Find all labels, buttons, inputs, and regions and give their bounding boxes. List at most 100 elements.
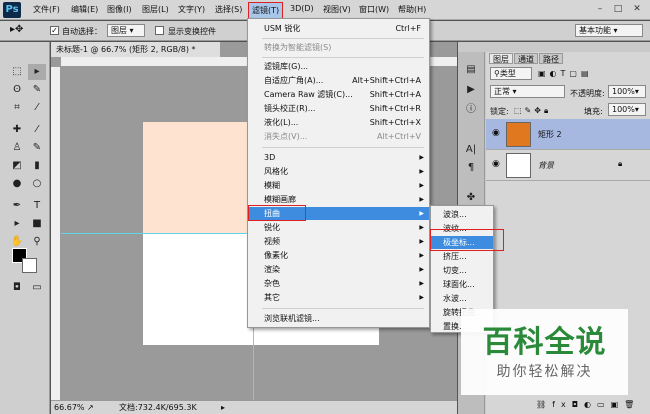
menu-select[interactable]: 选择(S) <box>215 4 242 15</box>
workspace-dropdown[interactable]: 基本功能 ▾ <box>575 24 643 37</box>
layer-row[interactable]: ◉ 矩形 2 <box>486 119 650 150</box>
submenu-item-wave[interactable]: 波浪... <box>431 208 493 221</box>
blend-mode-dropdown[interactable]: 正常 ▾ <box>490 85 565 98</box>
move-tool-icon[interactable]: ▸ <box>28 64 46 80</box>
menu-edit[interactable]: 编辑(E) <box>71 4 98 15</box>
visibility-eye-icon[interactable]: ◉ <box>492 128 500 138</box>
status-arrow-icon[interactable]: ▸ <box>221 401 225 414</box>
menu-type[interactable]: 文字(Y) <box>178 4 205 15</box>
menu-item-label: 镜头校正(R)... <box>264 104 316 113</box>
menu-item-blur[interactable]: 模糊 ▶ <box>248 179 429 192</box>
lasso-tool-icon[interactable]: ʘ <box>8 82 26 98</box>
watermark-title: 百科全说 <box>482 325 607 360</box>
layer-footer-icons[interactable]: ⛓fx◘◐▭▣🗑︎ <box>536 400 640 409</box>
rectangle-tool-icon[interactable]: ■ <box>28 216 46 232</box>
kind-filter-dropdown[interactable]: ⚲类型 <box>490 67 532 80</box>
layer-name[interactable]: 背景 <box>538 160 554 171</box>
zoom-level[interactable]: 66.67% <box>54 401 85 414</box>
lock-label: 锁定: <box>490 107 509 116</box>
blur-tool-icon[interactable]: ● <box>8 176 26 192</box>
layer-filter-icons[interactable]: ▣◐T▢▤ <box>538 69 593 78</box>
menu-item-label: USM 锐化 <box>264 24 301 33</box>
layer-thumbnail <box>506 153 531 178</box>
healing-brush-icon[interactable]: ✚ <box>8 122 26 138</box>
menu-item-browse-online[interactable]: 浏览联机滤镜... <box>248 312 429 325</box>
layer-row[interactable]: ◉ 背景 🔒︎ <box>486 150 650 181</box>
brush-tool-icon[interactable]: ⁄ <box>28 122 46 138</box>
menu-item-pixelate[interactable]: 像素化 ▶ <box>248 249 429 262</box>
menu-item-video[interactable]: 视频 ▶ <box>248 235 429 248</box>
path-select-icon[interactable]: ▸ <box>8 216 26 232</box>
menu-item-usm[interactable]: USM 锐化 Ctrl+F <box>248 22 429 35</box>
type-tool-icon[interactable]: T <box>28 198 46 214</box>
opacity-field[interactable]: 100%▾ <box>608 85 646 98</box>
info-panel-icon[interactable]: ⓘ <box>462 102 480 118</box>
marquee-tool-icon[interactable]: ⬚ <box>8 64 26 80</box>
status-export-icon[interactable]: ↗ <box>87 401 94 414</box>
layer-thumbnail <box>506 122 531 147</box>
minimize-icon[interactable]: – <box>593 3 607 16</box>
menu-view[interactable]: 视图(V) <box>323 4 351 15</box>
menu-layer[interactable]: 图层(L) <box>142 4 169 15</box>
gradient-tool-icon[interactable]: ▮ <box>28 158 46 174</box>
menu-item-liquify[interactable]: 液化(L)... Shift+Ctrl+X <box>248 116 429 129</box>
dodge-tool-icon[interactable]: ○ <box>28 176 46 192</box>
fill-field[interactable]: 100%▾ <box>608 103 646 116</box>
submenu-item-zigzag[interactable]: 水波... <box>431 292 493 305</box>
menu-filter[interactable]: 滤镜(T) <box>248 2 284 19</box>
styles-panel-icon[interactable]: ✤ <box>462 190 480 206</box>
filter-menu: USM 锐化 Ctrl+F 转换为智能滤镜(S) 滤镜库(G)... 自适应广角(… <box>247 18 430 328</box>
menu-window[interactable]: 窗口(W) <box>359 4 389 15</box>
actions-panel-icon[interactable]: ▶ <box>462 82 480 98</box>
menu-item-smart-filter[interactable]: 转换为智能滤镜(S) <box>248 41 429 54</box>
menu-item-stylize[interactable]: 风格化 ▶ <box>248 165 429 178</box>
pen-tool-icon[interactable]: ✒ <box>8 198 26 214</box>
status-bar: 66.67% ↗ 文档:732.4K/695.3K ▸ <box>51 400 457 414</box>
show-transform-checkbox[interactable] <box>155 26 164 35</box>
menu-image[interactable]: 图像(I) <box>107 4 132 15</box>
character-panel-icon[interactable]: A| <box>462 142 480 158</box>
menu-3d[interactable]: 3D(D) <box>290 4 314 13</box>
eraser-tool-icon[interactable]: ◩ <box>8 158 26 174</box>
background-color-swatch[interactable] <box>22 258 37 273</box>
tab-layers[interactable]: 图层 <box>489 53 513 64</box>
paragraph-panel-icon[interactable]: ¶ <box>462 160 480 176</box>
move-tool-icon[interactable]: ▸✥ <box>10 24 23 35</box>
document-tab[interactable]: 未标题-1 @ 66.7% (矩形 2, RGB/8) * <box>51 42 221 57</box>
quick-mask-icon[interactable]: ◘ <box>8 280 26 296</box>
layer-name[interactable]: 矩形 2 <box>538 129 562 140</box>
auto-select-label: 自动选择： <box>62 27 102 36</box>
menu-item-noise[interactable]: 杂色 ▶ <box>248 277 429 290</box>
tab-channels[interactable]: 通道 <box>514 53 538 64</box>
menu-item-other[interactable]: 其它 ▶ <box>248 291 429 304</box>
lock-icons[interactable]: ⬚✎✥🔒︎ <box>514 106 551 116</box>
history-panel-icon[interactable]: ▤ <box>462 62 480 78</box>
menu-item-3d[interactable]: 3D ▶ <box>248 151 429 164</box>
maximize-icon[interactable]: □ <box>611 3 625 16</box>
zoom-tool-icon[interactable]: ⚲ <box>28 234 46 250</box>
visibility-eye-icon[interactable]: ◉ <box>492 159 500 169</box>
tab-paths[interactable]: 路径 <box>539 53 563 64</box>
submenu-item-pinch[interactable]: 挤压... <box>431 250 493 263</box>
menu-item-lens-correction[interactable]: 镜头校正(R)... Shift+Ctrl+R <box>248 102 429 115</box>
close-icon[interactable]: ✕ <box>630 3 644 16</box>
history-brush-icon[interactable]: ✎ <box>28 140 46 156</box>
submenu-item-spherize[interactable]: 球面化... <box>431 278 493 291</box>
menu-item-gallery[interactable]: 滤镜库(G)... <box>248 60 429 73</box>
menu-help[interactable]: 帮助(H) <box>398 4 426 15</box>
menu-item-adaptive-wide[interactable]: 自适应广角(A)... Alt+Shift+Ctrl+A <box>248 74 429 87</box>
clone-stamp-icon[interactable]: ♙ <box>8 140 26 156</box>
menu-item-vanishing-point[interactable]: 消失点(V)... Alt+Ctrl+V <box>248 130 429 143</box>
quick-select-icon[interactable]: ✎ <box>28 82 46 98</box>
auto-select-dropdown[interactable]: 图层 ▾ <box>107 24 145 37</box>
auto-select-checkbox[interactable]: ✓ <box>50 26 59 35</box>
crop-tool-icon[interactable]: ⌗ <box>8 100 26 116</box>
screen-mode-icon[interactable]: ▭ <box>28 280 46 296</box>
menu-item-sharpen[interactable]: 锐化 ▶ <box>248 221 429 234</box>
menu-item-camera-raw[interactable]: Camera Raw 滤镜(C)... Shift+Ctrl+A <box>248 88 429 101</box>
menu-item-render[interactable]: 渲染 ▶ <box>248 263 429 276</box>
menu-file[interactable]: 文件(F) <box>33 4 60 15</box>
submenu-item-shear[interactable]: 切变... <box>431 264 493 277</box>
toolbox: ⬚ ▸ ʘ ✎ ⌗ ⁄ ✚ ⁄ ♙ ✎ ◩ ▮ ● ○ ✒ T ▸ ■ ✋ ⚲ … <box>0 42 50 414</box>
eyedropper-icon[interactable]: ⁄ <box>28 100 46 116</box>
